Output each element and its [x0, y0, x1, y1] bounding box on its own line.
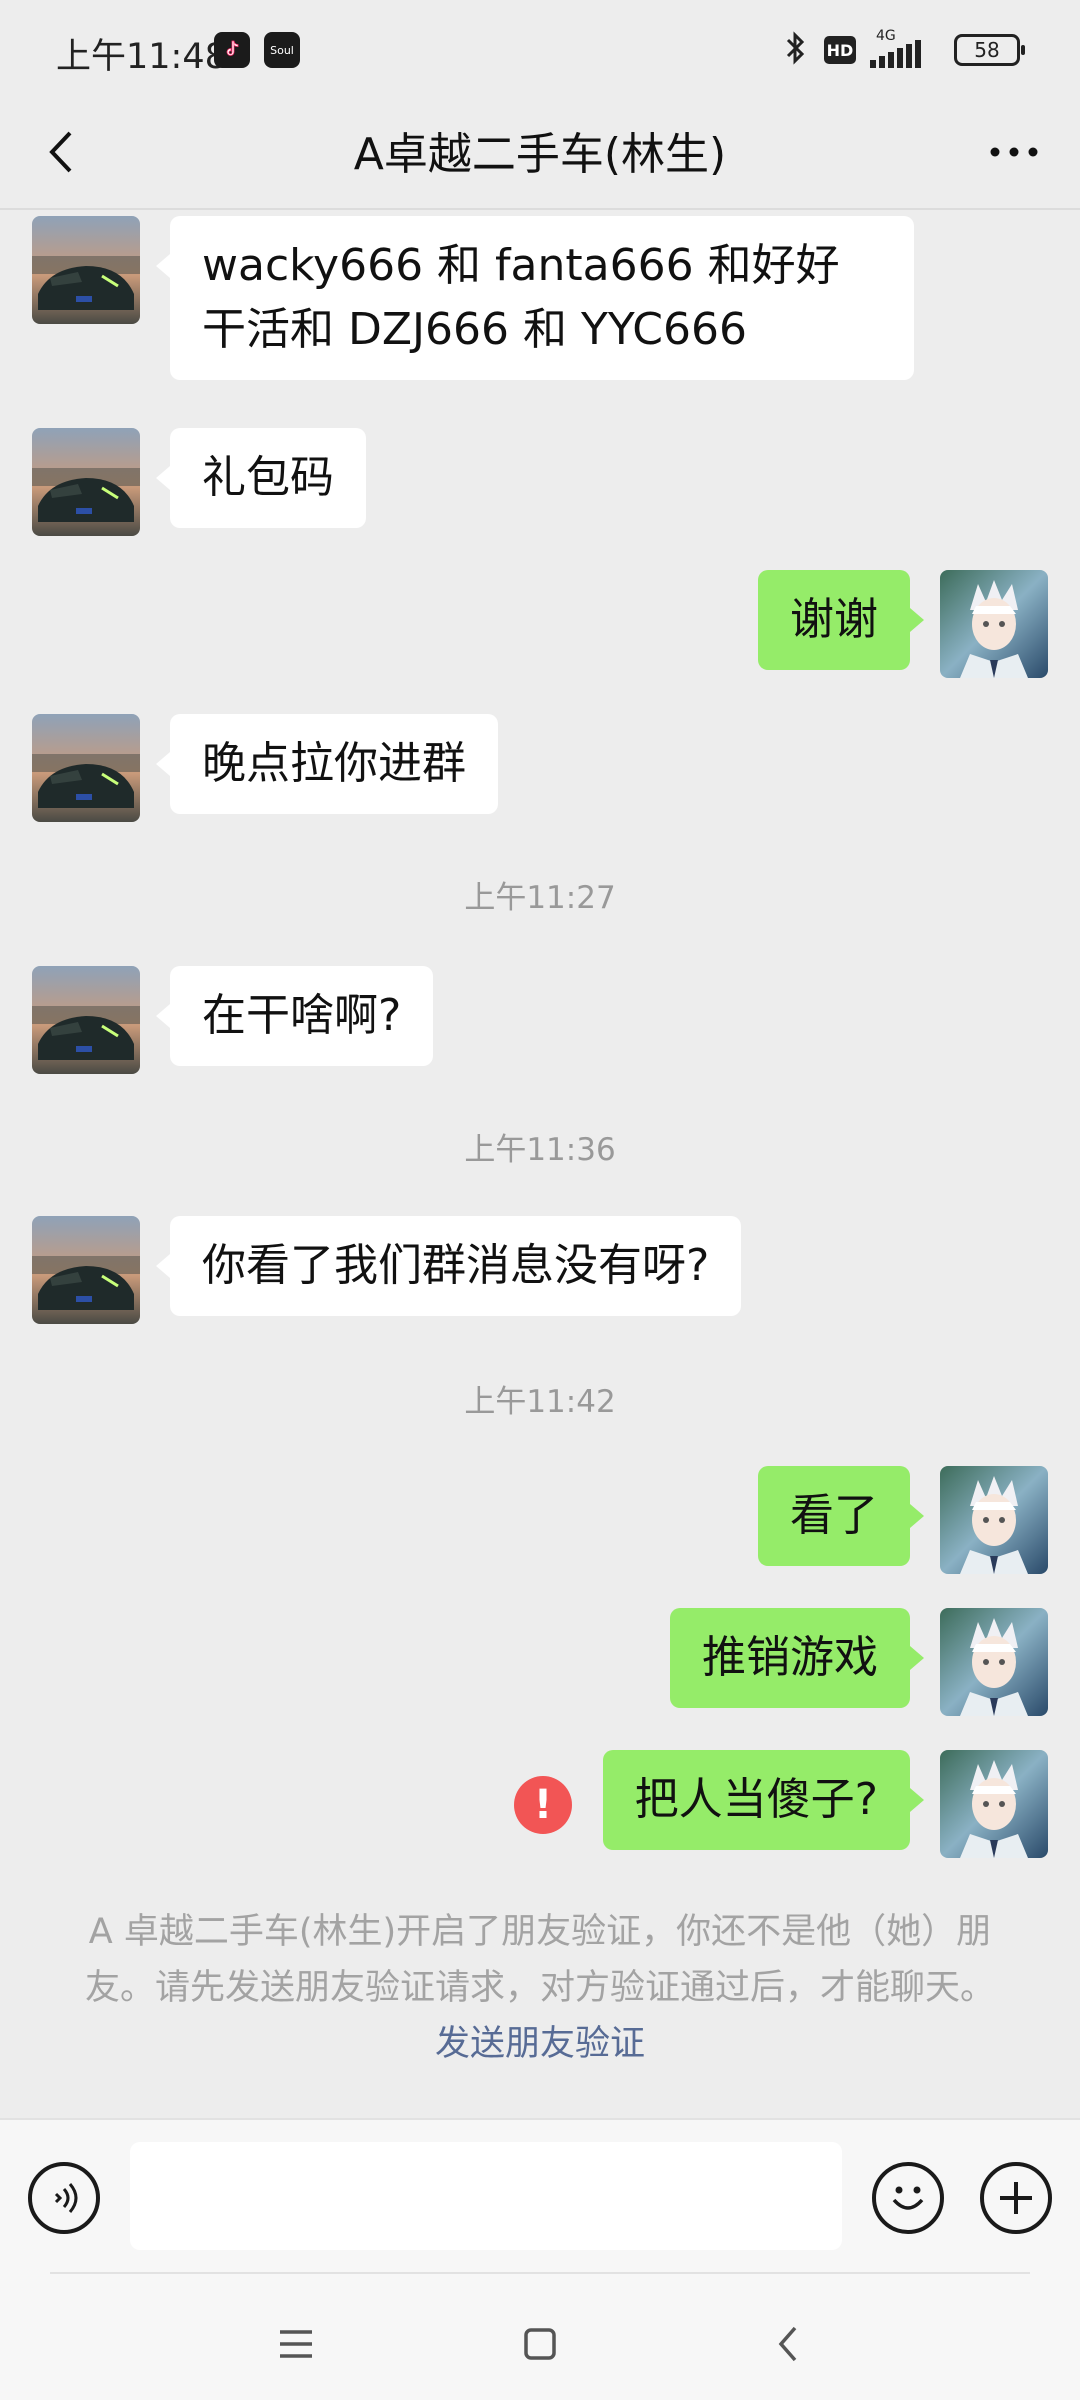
message-bubble-outgoing[interactable]: 谢谢	[758, 570, 924, 670]
menu-icon	[280, 2330, 312, 2358]
signal-icon: 4G	[870, 28, 940, 68]
voice-icon	[54, 2183, 78, 2213]
more-button[interactable]	[982, 120, 1046, 184]
home-nav-button[interactable]	[508, 2312, 572, 2376]
battery-icon: 58	[954, 34, 1025, 66]
home-icon	[524, 2328, 556, 2360]
chat-header: A卓越二手车(林生)	[0, 100, 1080, 210]
bluetooth-icon	[782, 30, 810, 70]
contact-avatar[interactable]	[32, 428, 140, 536]
soul-icon: Soul	[264, 32, 300, 68]
tiktok-icon	[214, 32, 250, 68]
status-time: 上午11:48	[56, 37, 227, 77]
my-avatar[interactable]	[940, 1608, 1048, 1716]
contact-avatar[interactable]	[32, 1216, 140, 1324]
notice-text: A 卓越二手车(林生)开启了朋友验证，你还不是他（她）朋友。请先发送朋友验证请求…	[84, 1912, 995, 2008]
voice-button[interactable]	[28, 2162, 100, 2234]
my-avatar[interactable]	[940, 1466, 1048, 1574]
friend-verification-notice: A 卓越二手车(林生)开启了朋友验证，你还不是他（她）朋友。请先发送朋友验证请求…	[80, 1904, 1000, 2072]
plus-icon	[1000, 2182, 1032, 2214]
message-bubble-incoming[interactable]: 晚点拉你进群	[156, 714, 498, 814]
battery-level: 58	[974, 38, 1000, 62]
message-bubble-incoming[interactable]: 礼包码	[156, 428, 366, 528]
my-avatar[interactable]	[940, 1750, 1048, 1858]
emoji-icon	[892, 2186, 924, 2210]
header-divider	[0, 208, 1080, 210]
my-avatar[interactable]	[940, 570, 1048, 678]
hd-icon: HD	[824, 36, 856, 64]
chat-title: A卓越二手车(林生)	[353, 129, 727, 180]
system-nav-bar	[0, 2282, 1080, 2400]
send-verification-link[interactable]: 发送朋友验证	[435, 2024, 645, 2064]
timestamp: 上午11:36	[464, 1132, 616, 1168]
message-bubble-incoming[interactable]: 你看了我们群消息没有呀?	[155, 1216, 742, 1316]
timestamp: 上午11:27	[464, 880, 616, 916]
more-icon	[990, 147, 1038, 157]
back-icon	[778, 2326, 797, 2362]
message-bubble-incoming[interactable]: 在干啥啊?	[155, 966, 434, 1066]
message-bubble-incoming[interactable]: wacky666 和 fanta666 和好好干活和 DZJ666 和 YYC6…	[156, 216, 914, 380]
contact-avatar[interactable]	[32, 966, 140, 1074]
send-failed-icon[interactable]: !	[514, 1776, 572, 1834]
message-bubble-outgoing[interactable]: 推销游戏	[670, 1608, 924, 1708]
plus-button[interactable]	[980, 2162, 1052, 2234]
message-input[interactable]	[130, 2142, 842, 2250]
input-divider	[50, 2272, 1030, 2274]
message-bubble-outgoing[interactable]: 看了	[758, 1466, 924, 1566]
contact-avatar[interactable]	[32, 714, 140, 822]
menu-nav-button[interactable]	[264, 2312, 328, 2376]
timestamp: 上午11:42	[464, 1384, 616, 1420]
emoji-button[interactable]	[872, 2162, 944, 2234]
input-bar	[0, 2118, 1080, 2284]
status-bar: 上午11:48 Soul HD 4G 58	[0, 0, 1080, 100]
message-bubble-outgoing[interactable]: 把人当傻子?	[602, 1750, 925, 1850]
back-nav-button[interactable]	[756, 2312, 820, 2376]
contact-avatar[interactable]	[32, 216, 140, 324]
